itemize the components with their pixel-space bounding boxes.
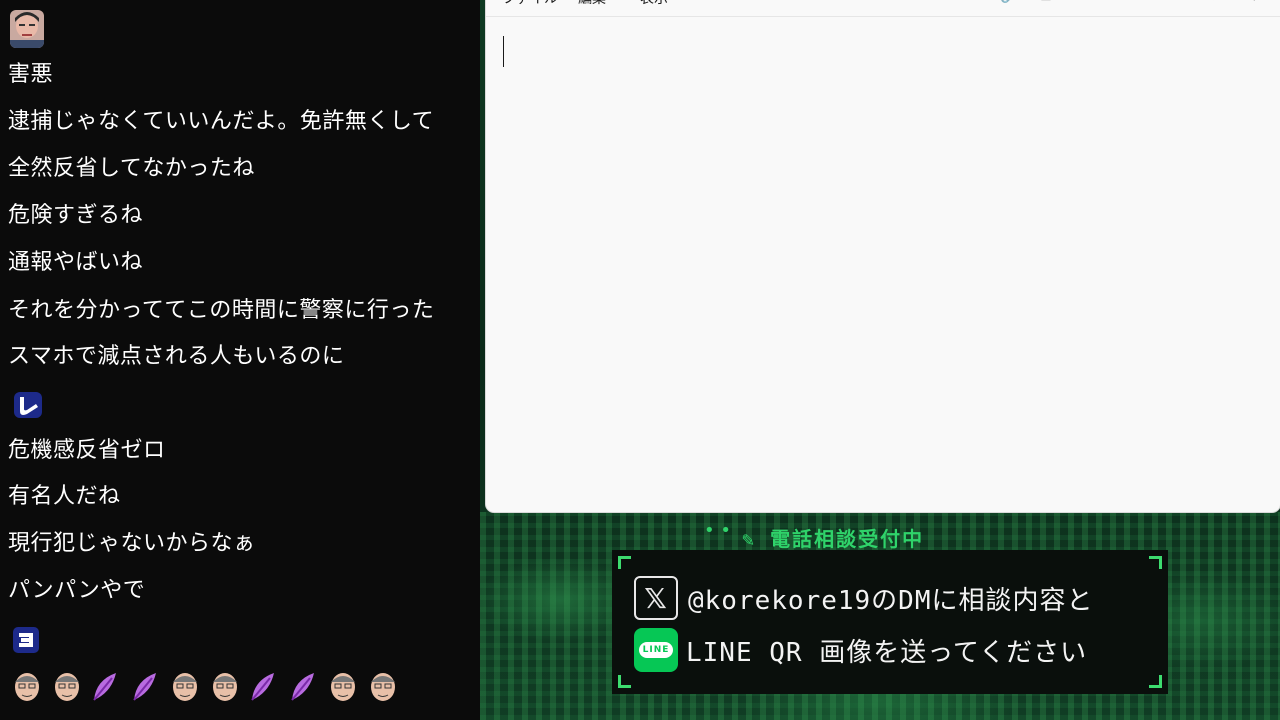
line-logo-icon: LINE (634, 628, 678, 672)
chat-message: 逮捕じゃなくていいんだよ。免許無くして (8, 109, 435, 134)
corner-bracket (1149, 675, 1162, 688)
chat-message: 危機感反省ゼロ (8, 438, 166, 463)
callout-text: 電話相談受付中 (770, 527, 925, 551)
notepad-window: ファイル 編集 表示 H ☰ B I S 🔗 ⊞ ⌫ ✦ ⚙ (486, 0, 1280, 512)
text-caret (503, 36, 504, 67)
chat-message: スマホで減点される人もいるのに (8, 344, 345, 369)
feather-emote-icon (90, 670, 120, 704)
chat-message: 現行犯じゃないからなぁ (8, 531, 256, 556)
chat-message: 全然反省してなかったね (8, 156, 255, 181)
strikethrough-icon[interactable]: S (968, 0, 977, 4)
line-logo-text: LINE (638, 642, 674, 658)
link-icon[interactable]: 🔗 (1000, 0, 1017, 4)
settings-gear-icon[interactable]: ⚙ (1248, 0, 1261, 4)
copilot-icon[interactable]: ✦ (1208, 0, 1220, 4)
phone-consult-callout: ✎ 電話相談受付中 (742, 527, 925, 551)
menu-view[interactable]: 表示 (640, 0, 668, 8)
italic-icon[interactable]: I (932, 0, 936, 4)
chat-message: 危険すぎるね (8, 203, 144, 228)
ko-stamp-icon (12, 626, 40, 654)
bold-icon[interactable]: B (896, 0, 907, 4)
line-contact-text: LINE QR 画像を送ってください (686, 637, 1088, 668)
corner-bracket (618, 675, 631, 688)
face-emote-icon (210, 670, 240, 704)
face-emote-icon (328, 670, 358, 704)
table-icon[interactable]: ⊞ (1040, 0, 1052, 4)
corner-bracket (1149, 556, 1162, 569)
clear-format-icon[interactable]: ⌫ (1104, 0, 1124, 4)
contact-info-box: 𝕏 @korekore19のDMに相談内容と LINE LINE QR 画像を送… (612, 550, 1168, 694)
feather-emote-icon (130, 670, 160, 704)
list-icon[interactable]: ☰ (834, 0, 847, 4)
callout-dots: • • (704, 520, 731, 541)
chat-message: それを分かっててこの時間に警察に行った (8, 298, 435, 323)
x-contact-text: @korekore19のDMに相談内容と (688, 585, 1094, 616)
heading-icon[interactable]: H (770, 0, 781, 4)
feather-emote-icon (288, 670, 318, 704)
face-emote-icon (12, 670, 42, 704)
x-contact-row: 𝕏 @korekore19のDMに相談内容と (634, 576, 1094, 620)
feather-emote-icon (248, 670, 278, 704)
l-stamp-icon (12, 390, 44, 420)
chat-message: パンパンやで (8, 578, 146, 603)
chat-panel: 害悪 逮捕じゃなくていいんだよ。免許無くして 全然反省してなかったね 危険すぎる… (0, 0, 480, 720)
menu-file[interactable]: ファイル (502, 0, 558, 8)
chat-message: 通報やばいね (8, 250, 144, 275)
chat-message: 有名人だね (8, 484, 121, 509)
menu-edit[interactable]: 編集 (578, 0, 606, 8)
user-avatar (10, 10, 44, 48)
face-emote-icon (52, 670, 82, 704)
face-emote-icon (368, 670, 398, 704)
line-contact-row: LINE LINE QR 画像を送ってください (634, 628, 1087, 672)
face-emote-icon (170, 670, 200, 704)
notepad-menubar: ファイル 編集 表示 H ☰ B I S 🔗 ⊞ ⌫ ✦ ⚙ (486, 0, 1280, 17)
corner-bracket (618, 556, 631, 569)
x-logo-icon: 𝕏 (634, 576, 678, 620)
notepad-text-area[interactable] (486, 17, 1280, 512)
chat-message: 害悪 (8, 62, 54, 87)
